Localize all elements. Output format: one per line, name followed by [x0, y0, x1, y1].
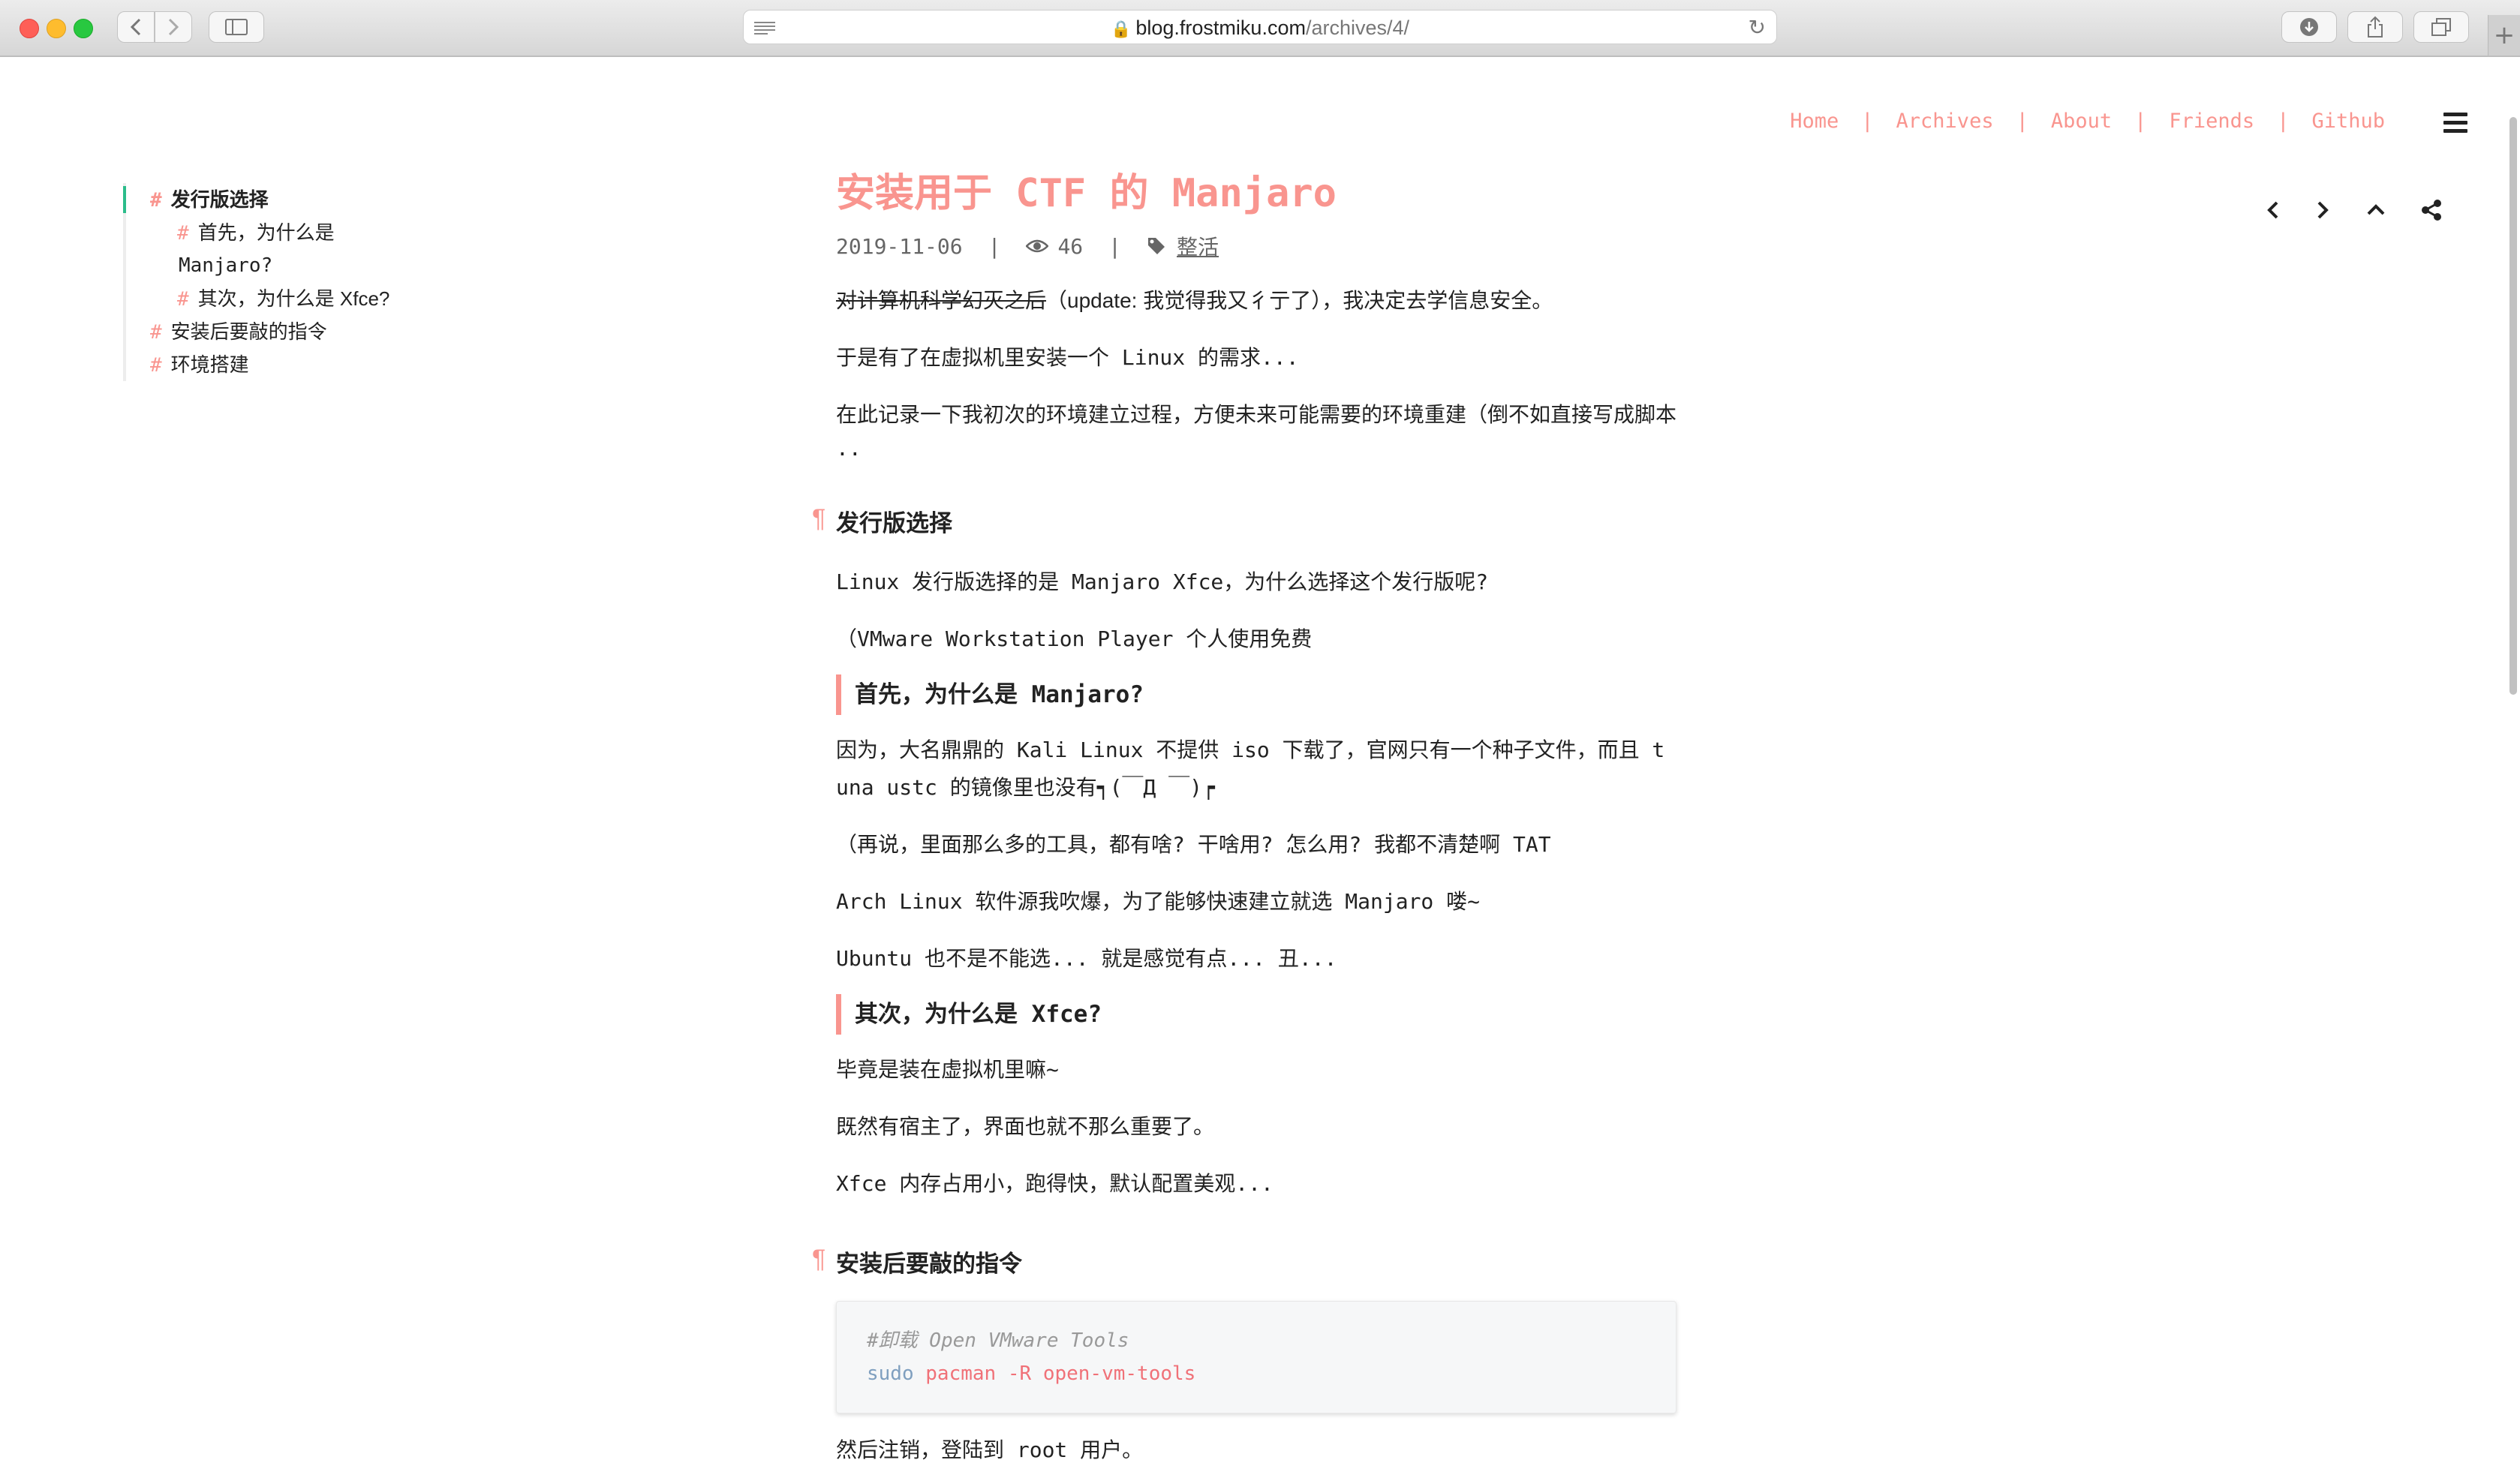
hash-icon: # — [150, 189, 162, 212]
hash-icon: # — [150, 354, 162, 377]
subheading-why-manjaro: 首先，为什么是 Manjaro? — [836, 674, 1676, 715]
url-path: /archives/4/ — [1305, 17, 1410, 39]
paragraph: Xfce 内存占用小，跑得快，默认配置美观... — [836, 1171, 1274, 1196]
toc-item-env[interactable]: # 环境搭建 — [126, 348, 389, 381]
code-block[interactable]: #卸载 Open VMware Tools sudo pacman -R ope… — [836, 1301, 1676, 1413]
pilcrow-icon[interactable]: ¶ — [812, 504, 825, 533]
post-date: 2019-11-06 — [836, 233, 963, 259]
section-heading-distro: ¶ 发行版选择 — [812, 504, 952, 536]
downloads-button[interactable] — [2281, 11, 2337, 43]
table-of-contents: # 发行版选择 # 首先，为什么是 Manjaro? # 其次，为什么是 Xfce? … — [122, 183, 389, 381]
toc-item-label: Manjaro? — [179, 254, 273, 277]
hash-icon: # — [177, 288, 189, 311]
nav-home[interactable]: Home — [1790, 110, 1839, 133]
new-tab-button[interactable]: + — [2488, 15, 2520, 56]
previous-post-icon[interactable] — [2260, 197, 2287, 224]
post-meta: 2019-11-06 | 46 | 整活 — [836, 231, 1676, 261]
reload-icon[interactable]: ↻ — [1749, 15, 1766, 40]
toc-item-label: 安装后要敲的指令 — [170, 320, 327, 343]
toc-item-why-manjaro[interactable]: # 首先，为什么是 — [126, 216, 389, 249]
toc-item-distro[interactable]: # 发行版选择 — [122, 183, 389, 216]
toc-item-label: 发行版选择 — [170, 188, 269, 211]
share-button[interactable] — [2347, 11, 2403, 43]
paragraph: Linux 发行版选择的是 Manjaro Xfce，为什么选择这个发行版呢? — [836, 569, 1489, 594]
subheading-why-xfce: 其次，为什么是 Xfce? — [836, 994, 1676, 1035]
toc-item-label: 其次，为什么是 Xfce? — [197, 287, 390, 310]
code-line: sudo pacman -R open-vm-tools — [867, 1362, 1196, 1385]
sidebar-icon — [225, 19, 248, 35]
close-window-button[interactable] — [20, 19, 39, 38]
lock-icon: 🔒 — [1110, 20, 1132, 38]
zoom-window-button[interactable] — [74, 19, 93, 38]
sidebar-toggle-button[interactable] — [209, 11, 264, 43]
toc-item-commands[interactable]: # 安装后要敲的指令 — [126, 315, 389, 348]
hash-icon: # — [177, 222, 189, 245]
paragraph: 毕竟是装在虚拟机里嘛~ — [836, 1057, 1059, 1082]
chevron-right-icon — [168, 18, 179, 36]
nav-github[interactable]: Github — [2311, 110, 2385, 133]
paragraph-continued: .. — [836, 436, 862, 461]
top-nav: Home | Archives | About | Friends | Gith… — [1790, 110, 2385, 133]
intro-paragraph: 对计算机科学幻灭之后（update: 我觉得我又彳亍了），我决定去学信息安全。 — [836, 289, 1553, 312]
paragraph: 既然有宿主了，界面也就不那么重要了。 — [836, 1114, 1215, 1139]
share-post-icon[interactable] — [2418, 197, 2445, 224]
code-comment: #卸载 Open VMware Tools — [867, 1329, 1129, 1352]
paragraph: 因为，大名鼎鼎的 Kali Linux 不提供 iso 下载了，官网只有一个种子… — [836, 737, 1665, 762]
article: 安装用于 CTF 的 Manjaro 2019-11-06 | 46 | 整活 … — [812, 167, 1677, 1469]
minimize-window-button[interactable] — [47, 19, 66, 38]
menu-icon[interactable] — [2443, 113, 2467, 133]
post-tag[interactable]: 整活 — [1177, 231, 1219, 261]
tabs-icon — [2431, 18, 2451, 36]
paragraph: （再说，里面那么多的工具，都有啥? 干啥用? 怎么用? 我都不清楚啊 TAT — [836, 832, 1551, 857]
nav-archives[interactable]: Archives — [1896, 110, 1994, 133]
paragraph: 在此记录一下我初次的环境建立过程，方便未来可能需要的环境重建（倒不如直接写成脚本 — [836, 402, 1677, 427]
paragraph: 然后注销，登陆到 root 用户。 — [836, 1437, 1144, 1462]
tabs-overview-button[interactable] — [2413, 11, 2469, 43]
nav-about[interactable]: About — [2051, 110, 2112, 133]
toc-item-label: 环境搭建 — [170, 353, 249, 376]
toc-item-why-xfce[interactable]: # 其次，为什么是 Xfce? — [126, 282, 389, 315]
address-bar[interactable]: 🔒 blog.frostmiku.com/archives/4/ ↻ — [743, 10, 1777, 44]
download-icon — [2300, 18, 2318, 36]
share-icon — [2368, 16, 2383, 38]
post-views: 46 — [1057, 233, 1084, 259]
section-heading-commands: ¶ 安装后要敲的指令 — [812, 1245, 1022, 1277]
paragraph: Ubuntu 也不是不能选... 就是感觉有点... 丑... — [836, 946, 1337, 971]
page: # 发行版选择 # 首先，为什么是 Manjaro? # 其次，为什么是 Xfce? … — [0, 57, 2520, 1478]
paragraph-continued: una ustc 的镜像里也没有┑(￣Д ￣)┍ — [836, 775, 1215, 800]
nav-friends[interactable]: Friends — [2169, 110, 2254, 133]
paragraph: 于是有了在虚拟机里安装一个 Linux 的需求... — [836, 345, 1299, 370]
tag-icon — [1148, 238, 1165, 254]
scrollbar[interactable] — [2509, 117, 2517, 695]
url-host: blog.frostmiku.com — [1135, 17, 1306, 39]
eye-icon — [1026, 239, 1049, 253]
toc-item-why-manjaro-cont[interactable]: Manjaro? — [126, 249, 389, 282]
chevron-left-icon — [130, 18, 141, 36]
back-button[interactable] — [117, 11, 155, 43]
pilcrow-icon[interactable]: ¶ — [812, 1245, 825, 1274]
paragraph: （VMware Workstation Player 个人使用免费 — [836, 626, 1313, 651]
forward-button[interactable] — [155, 11, 192, 43]
browser-toolbar: 🔒 blog.frostmiku.com/archives/4/ ↻ + — [0, 0, 2520, 57]
paragraph: Arch Linux 软件源我吹爆，为了能够快速建立就选 Manjaro 喽~ — [836, 889, 1481, 914]
next-post-icon[interactable] — [2308, 197, 2335, 224]
toc-item-label: 首先，为什么是 — [197, 221, 335, 244]
back-to-top-icon[interactable] — [2362, 197, 2389, 224]
hash-icon: # — [150, 321, 162, 344]
post-title: 安装用于 CTF 的 Manjaro — [836, 171, 1337, 216]
